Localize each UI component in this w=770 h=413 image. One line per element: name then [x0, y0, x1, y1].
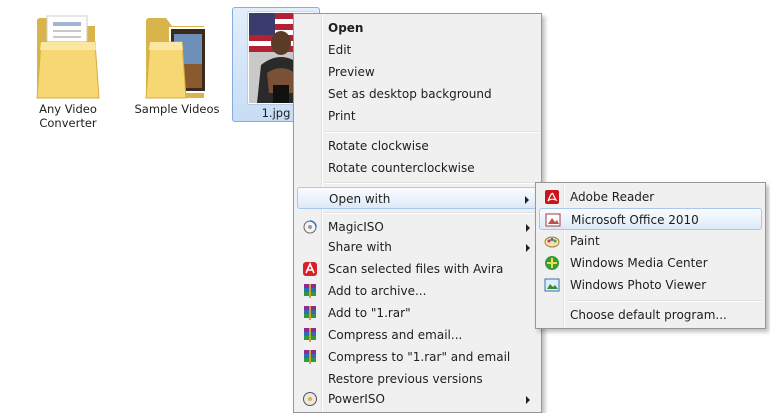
menu-item-label: Compress and email...: [328, 328, 463, 342]
submenu-arrow-icon: [526, 244, 530, 252]
menu-item-open-with[interactable]: Open with: [297, 187, 538, 209]
menu-item-label: Edit: [328, 43, 352, 57]
menu-item-scan-avira[interactable]: Scan selected files with Avira: [297, 258, 538, 280]
submenu-arrow-icon: [526, 224, 530, 232]
office-picture-icon: [545, 213, 561, 227]
poweriso-icon: [303, 392, 317, 406]
menu-item-rotate-clockwise[interactable]: Rotate clockwise: [297, 135, 538, 157]
menu-item-label: Preview: [328, 65, 375, 79]
menu-item-label: Microsoft Office 2010: [571, 213, 699, 227]
submenu-arrow-icon: [525, 196, 529, 204]
menu-item-label: Rotate clockwise: [328, 139, 429, 153]
menu-item-label: Restore previous versions: [328, 372, 483, 386]
open-with-adobe-reader[interactable]: Adobe Reader: [539, 186, 762, 208]
magiciso-icon: [303, 220, 317, 234]
menu-item-compress-and-email[interactable]: Compress and email...: [297, 324, 538, 346]
menu-item-label: Adobe Reader: [570, 190, 655, 204]
file-label: Sample Videos: [134, 102, 220, 116]
desktop: Any Video Converter Sample Videos 1.jpg …: [0, 0, 770, 413]
menu-item-label: Open with: [329, 192, 391, 206]
folder-sample-videos[interactable]: Sample Videos: [130, 6, 224, 116]
menu-item-label: Choose default program...: [570, 308, 727, 322]
open-with-windows-photo-viewer[interactable]: Windows Photo Viewer: [539, 274, 762, 296]
menu-item-poweriso[interactable]: PowerISO: [297, 388, 538, 410]
menu-item-label: Add to "1.rar": [328, 306, 411, 320]
menu-item-magiciso[interactable]: MagicISO: [297, 216, 538, 238]
menu-separator: [567, 300, 762, 302]
menu-item-share-with[interactable]: Share with: [297, 236, 538, 258]
submenu-arrow-icon: [526, 396, 530, 404]
file-label: Any Video Converter: [39, 102, 97, 130]
menu-item-edit[interactable]: Edit: [297, 39, 538, 61]
menu-item-label: Compress to "1.rar" and email: [328, 350, 511, 364]
paint-icon: [544, 236, 560, 248]
menu-item-restore-previous-versions[interactable]: Restore previous versions: [297, 368, 538, 390]
menu-item-add-to-rar[interactable]: Add to "1.rar": [297, 302, 538, 324]
winrar-icon: [304, 350, 316, 364]
menu-item-label: Share with: [328, 240, 392, 254]
open-with-windows-media-center[interactable]: Windows Media Center: [539, 252, 762, 274]
winrar-icon: [304, 306, 316, 320]
menu-item-label: Print: [328, 109, 356, 123]
menu-item-compress-to-rar-and-email[interactable]: Compress to "1.rar" and email: [297, 346, 538, 368]
menu-item-label: Rotate counterclockwise: [328, 161, 475, 175]
menu-item-rotate-counterclockwise[interactable]: Rotate counterclockwise: [297, 157, 538, 179]
folder-any-video-converter[interactable]: Any Video Converter: [26, 6, 110, 130]
menu-separator: [325, 131, 538, 133]
open-with-paint[interactable]: Paint: [539, 230, 762, 252]
adobe-reader-icon: [545, 190, 559, 204]
open-with-choose-default-program[interactable]: Choose default program...: [539, 304, 762, 326]
photo-viewer-icon: [544, 278, 560, 292]
avira-icon: [303, 262, 317, 276]
menu-item-add-to-archive[interactable]: Add to archive...: [297, 280, 538, 302]
menu-item-label: Add to archive...: [328, 284, 427, 298]
menu-item-set-desktop-background[interactable]: Set as desktop background: [297, 83, 538, 105]
menu-separator: [325, 212, 538, 214]
menu-item-open[interactable]: Open: [297, 17, 538, 39]
menu-item-label: MagicISO: [328, 220, 384, 234]
menu-item-label: Open: [328, 21, 364, 35]
media-center-icon: [545, 256, 559, 270]
winrar-icon: [304, 284, 316, 298]
menu-item-preview[interactable]: Preview: [297, 61, 538, 83]
folder-icon: [145, 18, 207, 99]
menu-item-label: Windows Media Center: [570, 256, 708, 270]
menu-item-label: Paint: [570, 234, 600, 248]
menu-separator: [325, 182, 538, 184]
menu-item-print[interactable]: Print: [297, 105, 538, 127]
context-menu: Open Edit Preview Set as desktop backgro…: [293, 13, 542, 413]
folder-icon: [36, 15, 100, 99]
open-with-submenu: Adobe Reader Microsoft Office 2010 Paint: [535, 182, 766, 329]
menu-item-label: Scan selected files with Avira: [328, 262, 504, 276]
menu-item-label: Windows Photo Viewer: [570, 278, 707, 292]
open-with-microsoft-office-2010[interactable]: Microsoft Office 2010: [539, 208, 762, 230]
winrar-icon: [304, 328, 316, 342]
menu-item-label: Set as desktop background: [328, 87, 492, 101]
